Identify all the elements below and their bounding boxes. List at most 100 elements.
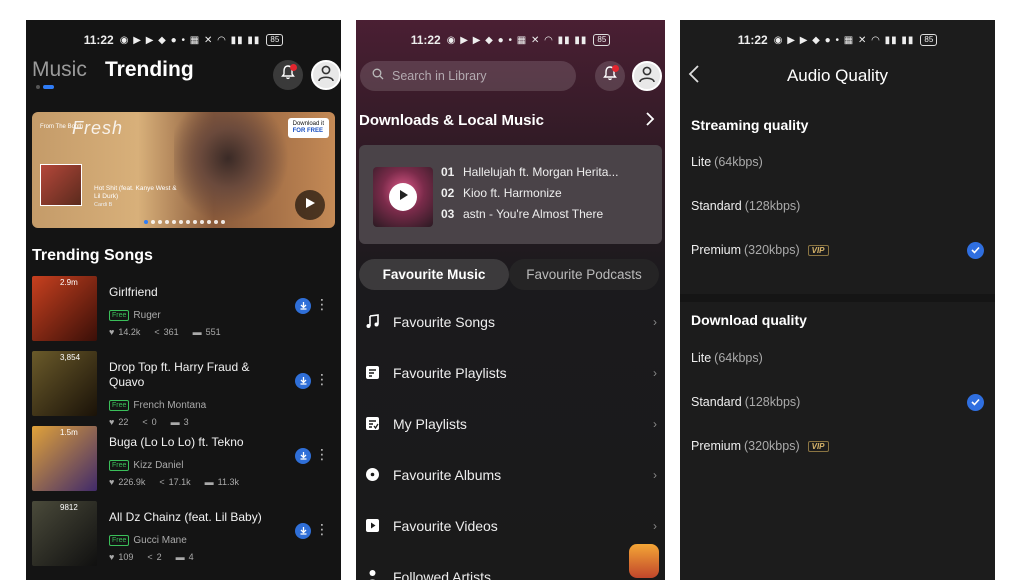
chevron-right-icon: ›: [653, 365, 657, 380]
play-count: 9812: [60, 503, 78, 512]
comment-icon: ▬: [175, 552, 185, 562]
local-track[interactable]: 03 astn - You're Almost There: [441, 207, 631, 228]
quality-name: Standard: [691, 395, 742, 409]
comments-stat[interactable]: ▬ 4: [176, 552, 194, 562]
more-options-icon[interactable]: ⋮: [315, 446, 329, 463]
quality-option-lite[interactable]: Lite (64kbps): [691, 152, 984, 172]
vip-badge: VIP: [807, 244, 829, 256]
tab-favourite-music[interactable]: Favourite Music: [359, 259, 509, 290]
play-count: 3,854: [60, 353, 81, 362]
quality-name: Premium: [691, 243, 742, 257]
favourites-list: Favourite Songs › Favourite Playlists › …: [356, 296, 665, 580]
favourites-tabs: Favourite Music Favourite Podcasts: [359, 259, 662, 290]
fav-item-videos[interactable]: Favourite Videos ›: [356, 500, 665, 551]
quality-bitrate: (64kbps): [714, 155, 763, 169]
banner-play-button[interactable]: [295, 190, 325, 220]
quality-option-standard[interactable]: Standard (128kbps): [691, 196, 984, 216]
local-track[interactable]: 01 Hallelujah ft. Morgan Herita...: [441, 165, 631, 186]
song-row[interactable]: 3,854 Drop Top ft. Harry Fraud & Quavo F…: [32, 351, 335, 427]
quality-bitrate: (128kbps): [744, 395, 801, 409]
song-artist: Gucci Mane: [133, 535, 187, 546]
mascot-floating-button[interactable]: [629, 544, 659, 578]
song-artist: Kizz Daniel: [133, 460, 184, 471]
heart-icon: ♥: [109, 477, 115, 487]
unread-dot: [290, 64, 297, 71]
quality-option-lite[interactable]: Lite (64kbps): [691, 348, 984, 368]
quality-option-premium[interactable]: Premium (320kbps) VIP: [691, 436, 984, 456]
more-options-icon[interactable]: ⋮: [315, 296, 329, 313]
track-number: 02: [441, 186, 455, 200]
unread-dot: [612, 65, 619, 72]
shares-stat[interactable]: <361: [154, 327, 178, 337]
download-button[interactable]: [295, 523, 311, 539]
promo-banner[interactable]: From The Booth Fresh Hot Shit (feat. Kan…: [32, 112, 335, 228]
banner-artist: Cardi B: [94, 202, 113, 208]
shares-stat[interactable]: <17.1k: [159, 477, 190, 487]
quality-option-standard[interactable]: Standard (128kbps): [691, 392, 984, 412]
song-stats: ♥ 226.9k <17.1k ▬ 11.3k: [109, 477, 239, 487]
likes-stat[interactable]: ♥ 14.2k: [109, 327, 140, 337]
local-track[interactable]: 02 Kioo ft. Harmonize: [441, 186, 631, 207]
song-title: All Dz Chainz (feat. Lil Baby): [109, 510, 262, 524]
quality-name: Standard: [691, 199, 742, 213]
fav-item-label: Followed Artists: [393, 568, 492, 580]
play-icon: [304, 196, 316, 214]
likes-stat[interactable]: ♥ 226.9k: [109, 477, 145, 487]
play-count: 2.9m: [60, 278, 78, 287]
fav-item-albums[interactable]: Favourite Albums ›: [356, 449, 665, 500]
song-row[interactable]: 2.9m Girlfriend Free Ruger ♥ 14.2k <361 ▬…: [32, 276, 335, 351]
quality-option-premium[interactable]: Premium (320kbps) VIP: [691, 240, 984, 260]
status-time: 11:22: [737, 33, 768, 47]
track-name: Hallelujah ft. Morgan Herita...: [463, 165, 619, 179]
quality-bitrate: (320kbps): [744, 243, 800, 257]
fav-item-playlists[interactable]: Favourite Playlists ›: [356, 347, 665, 398]
download-button[interactable]: [295, 298, 311, 314]
notification-button[interactable]: [273, 60, 303, 90]
track-name: astn - You're Almost There: [463, 207, 604, 221]
likes-stat[interactable]: ♥ 109: [109, 552, 133, 562]
library-search[interactable]: [360, 61, 576, 91]
fav-item-artists[interactable]: Followed Artists: [356, 551, 665, 580]
audio-quality-screen: 11:22 ◉ ▶ ▶ ◆ ● • ▦ ✕ ◠ ▮▮ ▮▮ 85 Audio Q…: [680, 20, 995, 580]
song-title: Buga (Lo Lo Lo) ft. Tekno: [109, 435, 244, 449]
banner-cover-art: [40, 164, 82, 206]
song-row[interactable]: 9812 All Dz Chainz (feat. Lil Baby) Free…: [32, 501, 335, 576]
play-icon: [397, 188, 409, 206]
search-input[interactable]: [392, 69, 562, 83]
download-icon: [299, 447, 308, 465]
song-stats: ♥ 14.2k <361 ▬ 551: [109, 327, 221, 337]
comments-count: 4: [188, 552, 194, 562]
fav-item-label: Favourite Songs: [393, 313, 495, 330]
tab-trending[interactable]: Trending: [105, 58, 194, 82]
status-time: 11:22: [83, 33, 114, 47]
fav-item-songs[interactable]: Favourite Songs ›: [356, 296, 665, 347]
user-icon: [317, 64, 335, 87]
profile-avatar[interactable]: [311, 60, 341, 90]
song-title: Girlfriend: [109, 285, 158, 299]
comments-stat[interactable]: ▬ 11.3k: [205, 477, 239, 487]
local-play-button[interactable]: [389, 183, 417, 211]
comments-stat[interactable]: ▬ 551: [193, 327, 221, 337]
profile-avatar[interactable]: [632, 61, 662, 91]
tab-favourite-podcasts[interactable]: Favourite Podcasts: [509, 259, 659, 290]
notification-button[interactable]: [595, 61, 625, 91]
song-artist: French Montana: [133, 400, 207, 411]
song-row[interactable]: 1.5m Buga (Lo Lo Lo) ft. Tekno Free Kizz…: [32, 426, 335, 501]
chevron-right-icon: ›: [653, 467, 657, 482]
download-button[interactable]: [295, 448, 311, 464]
comment-icon: ▬: [192, 327, 202, 337]
download-button[interactable]: [295, 373, 311, 389]
tab-music[interactable]: Music: [32, 58, 87, 82]
status-bar: 11:22 ◉ ▶ ▶ ◆ ● • ▦ ✕ ◠ ▮▮ ▮▮ 85: [26, 32, 341, 48]
downloads-local-music-link[interactable]: Downloads & Local Music: [359, 112, 655, 130]
status-bar: 11:22 ◉ ▶ ▶ ◆ ● • ▦ ✕ ◠ ▮▮ ▮▮ 85: [680, 32, 995, 48]
more-options-icon[interactable]: ⋮: [315, 371, 329, 388]
search-icon: [372, 67, 384, 85]
likes-count: 14.2k: [118, 327, 141, 337]
song-meta: Free Kizz Daniel: [109, 460, 183, 471]
page-title: Audio Quality: [786, 66, 889, 85]
local-music-card[interactable]: 01 Hallelujah ft. Morgan Herita... 02 Kioo…: [359, 145, 662, 244]
more-options-icon[interactable]: ⋮: [315, 521, 329, 538]
shares-stat[interactable]: <2: [147, 552, 161, 562]
fav-item-my-playlists[interactable]: My Playlists ›: [356, 398, 665, 449]
